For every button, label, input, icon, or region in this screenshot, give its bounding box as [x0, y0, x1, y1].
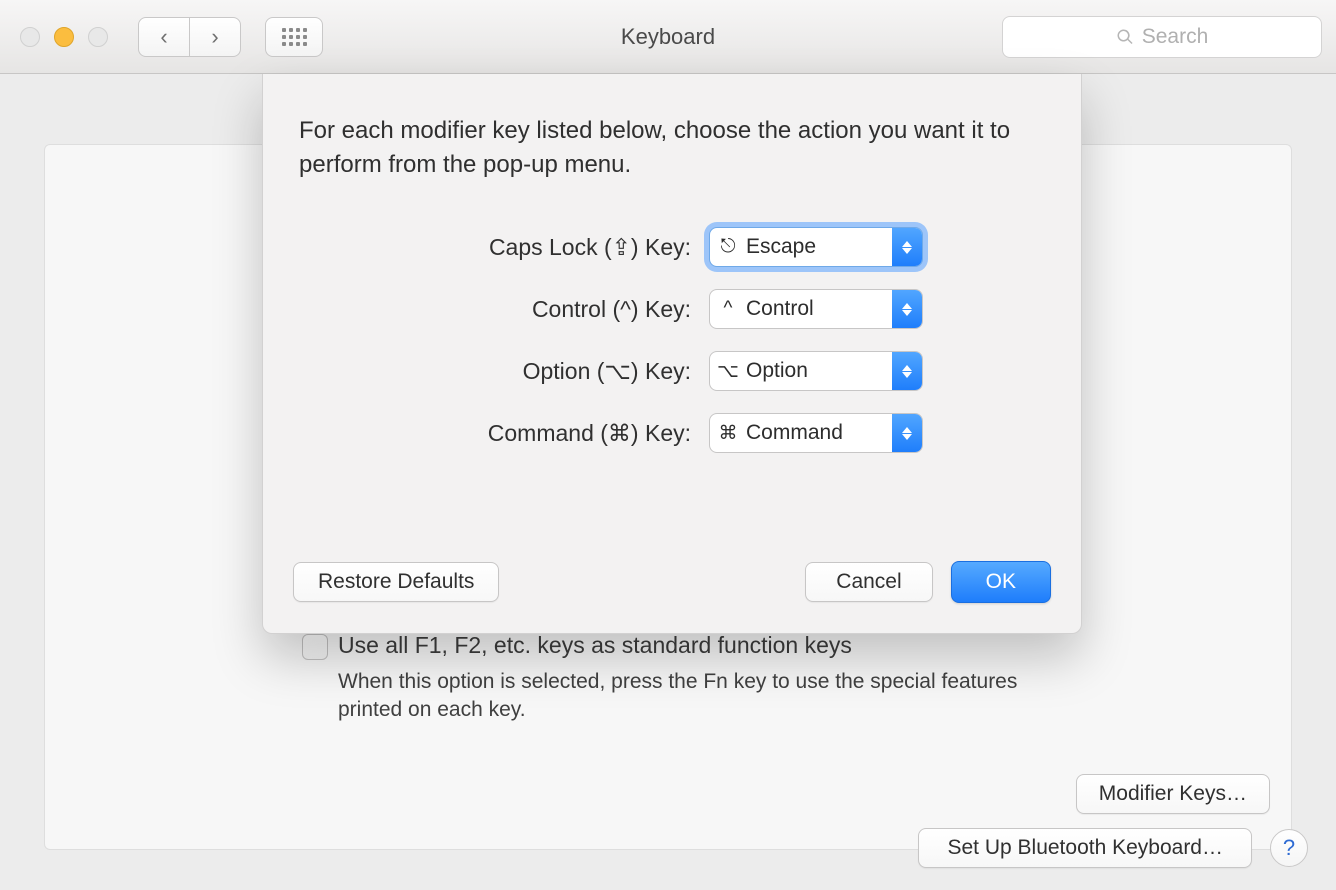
back-button[interactable]: ‹ [138, 17, 190, 57]
sheet-description: For each modifier key listed below, choo… [299, 114, 1045, 181]
command-value: Command [746, 421, 892, 445]
search-placeholder: Search [1142, 25, 1209, 49]
window-title: Keyboard [621, 24, 715, 50]
option-popup[interactable]: ⌥ Option [709, 351, 923, 391]
nav-buttons: ‹ › [138, 17, 241, 57]
control-popup[interactable]: ^ Control [709, 289, 923, 329]
option-icon: ⌥ [710, 360, 746, 383]
chevron-left-icon: ‹ [160, 26, 167, 48]
setup-bluetooth-button[interactable]: Set Up Bluetooth Keyboard… [918, 828, 1252, 868]
control-row: Control (^) Key: ^ Control [293, 289, 1051, 329]
chevron-up-down-icon [892, 352, 922, 390]
ok-label: OK [986, 570, 1016, 594]
command-label: Command (⌘) Key: [488, 420, 691, 447]
option-row: Option (⌥) Key: ⌥ Option [293, 351, 1051, 391]
zoom-window-button[interactable] [88, 27, 108, 47]
function-keys-section: Use all F1, F2, etc. keys as standard fu… [302, 632, 1022, 725]
search-field[interactable]: Search [1002, 16, 1322, 58]
bottom-row: Set Up Bluetooth Keyboard… ? [0, 828, 1336, 868]
workspace: Use all F1, F2, etc. keys as standard fu… [0, 74, 1336, 890]
chevron-up-down-icon [892, 290, 922, 328]
traffic-lights [20, 27, 108, 47]
modifier-keys-button-label: Modifier Keys… [1099, 782, 1247, 806]
ok-button[interactable]: OK [951, 561, 1051, 603]
chevron-up-down-icon [892, 228, 922, 266]
option-value: Option [746, 359, 892, 383]
forward-button[interactable]: › [189, 17, 241, 57]
use-fn-keys-description: When this option is selected, press the … [338, 668, 1022, 725]
window-titlebar: ‹ › Keyboard Search [0, 0, 1336, 74]
chevron-right-icon: › [211, 26, 218, 48]
show-all-prefs-button[interactable] [265, 17, 323, 57]
sheet-button-row: Restore Defaults Cancel OK [293, 561, 1051, 603]
control-label: Control (^) Key: [532, 296, 691, 323]
option-label: Option (⌥) Key: [523, 358, 691, 385]
restore-defaults-label: Restore Defaults [318, 570, 474, 594]
caps-lock-value: Escape [746, 235, 892, 259]
help-button[interactable]: ? [1270, 829, 1308, 867]
caps-lock-popup[interactable]: ⎋ Escape [709, 227, 923, 267]
cancel-button[interactable]: Cancel [805, 562, 932, 602]
help-icon: ? [1283, 835, 1295, 861]
close-window-button[interactable] [20, 27, 40, 47]
escape-icon: ⎋ [710, 236, 746, 258]
modifier-keys-sheet: For each modifier key listed below, choo… [262, 74, 1082, 634]
use-fn-keys-checkbox[interactable] [302, 634, 328, 660]
search-icon [1116, 28, 1134, 46]
cancel-label: Cancel [836, 570, 901, 594]
control-icon: ^ [710, 298, 746, 320]
setup-bluetooth-label: Set Up Bluetooth Keyboard… [947, 836, 1223, 860]
caps-lock-label: Caps Lock (⇪) Key: [489, 234, 691, 261]
caps-lock-row: Caps Lock (⇪) Key: ⎋ Escape [293, 227, 1051, 267]
chevron-up-down-icon [892, 414, 922, 452]
grid-icon [282, 28, 307, 46]
command-row: Command (⌘) Key: ⌘ Command [293, 413, 1051, 453]
use-fn-keys-label: Use all F1, F2, etc. keys as standard fu… [338, 632, 852, 659]
modifier-keys-button[interactable]: Modifier Keys… [1076, 774, 1270, 814]
restore-defaults-button[interactable]: Restore Defaults [293, 562, 499, 602]
control-value: Control [746, 297, 892, 321]
command-popup[interactable]: ⌘ Command [709, 413, 923, 453]
command-icon: ⌘ [710, 422, 746, 445]
minimize-window-button[interactable] [54, 27, 74, 47]
